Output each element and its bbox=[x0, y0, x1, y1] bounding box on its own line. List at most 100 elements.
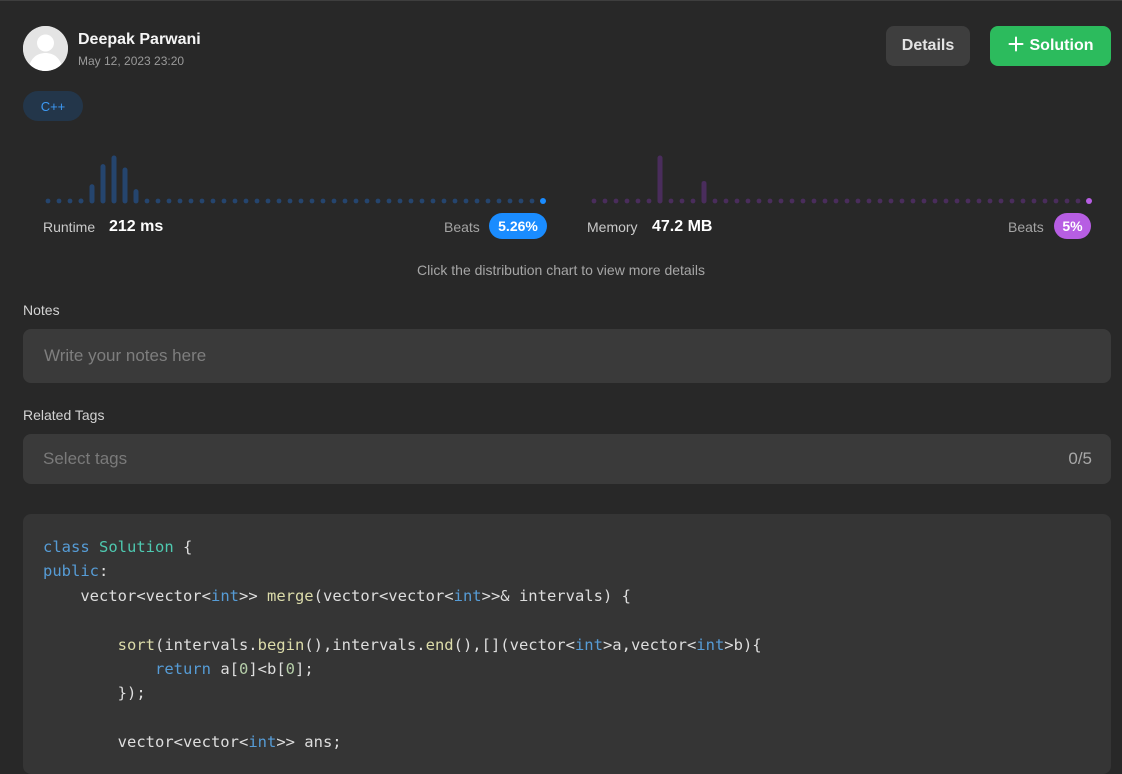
runtime-distribution-dot[interactable] bbox=[375, 198, 381, 204]
memory-distribution-dot[interactable] bbox=[998, 198, 1004, 204]
runtime-distribution-dot[interactable] bbox=[232, 198, 238, 204]
user-avatar-icon[interactable] bbox=[23, 26, 68, 71]
runtime-distribution-bar[interactable] bbox=[122, 167, 128, 204]
runtime-distribution-dot[interactable] bbox=[155, 198, 161, 204]
memory-distribution-dot[interactable] bbox=[811, 198, 817, 204]
memory-distribution-dot[interactable] bbox=[1064, 198, 1070, 204]
runtime-distribution-dot[interactable] bbox=[67, 198, 73, 204]
runtime-distribution-dot[interactable] bbox=[441, 198, 447, 204]
runtime-distribution-dot[interactable] bbox=[463, 198, 469, 204]
memory-distribution-chart[interactable] bbox=[586, 148, 1096, 206]
runtime-distribution-bar[interactable] bbox=[100, 164, 106, 204]
memory-distribution-dot[interactable] bbox=[866, 198, 872, 204]
memory-distribution-dot[interactable] bbox=[800, 198, 806, 204]
memory-distribution-dot[interactable] bbox=[668, 198, 674, 204]
runtime-distribution-dot[interactable] bbox=[188, 198, 194, 204]
memory-distribution-dot[interactable] bbox=[767, 198, 773, 204]
runtime-distribution-dot[interactable] bbox=[166, 198, 172, 204]
memory-distribution-dot[interactable] bbox=[1053, 198, 1059, 204]
runtime-distribution-dot[interactable] bbox=[397, 198, 403, 204]
runtime-distribution-bar[interactable] bbox=[89, 184, 95, 204]
runtime-distribution-dot[interactable] bbox=[177, 198, 183, 204]
user-name[interactable]: Deepak Parwani bbox=[78, 31, 201, 49]
memory-distribution-current-dot[interactable] bbox=[1086, 198, 1092, 204]
memory-distribution-dot[interactable] bbox=[1075, 198, 1081, 204]
runtime-distribution-dot[interactable] bbox=[353, 198, 359, 204]
runtime-distribution-dot[interactable] bbox=[485, 198, 491, 204]
notes-input[interactable]: Write your notes here bbox=[23, 329, 1111, 383]
memory-distribution-dot[interactable] bbox=[635, 198, 641, 204]
memory-distribution-dot[interactable] bbox=[921, 198, 927, 204]
memory-distribution-dot[interactable] bbox=[910, 198, 916, 204]
runtime-distribution-dot[interactable] bbox=[529, 198, 535, 204]
runtime-distribution-dot[interactable] bbox=[243, 198, 249, 204]
memory-distribution-dot[interactable] bbox=[745, 198, 751, 204]
memory-distribution-dot[interactable] bbox=[965, 198, 971, 204]
runtime-distribution-dot[interactable] bbox=[507, 198, 513, 204]
runtime-distribution-dot[interactable] bbox=[276, 198, 282, 204]
memory-distribution-dot[interactable] bbox=[1031, 198, 1037, 204]
memory-distribution-dot[interactable] bbox=[789, 198, 795, 204]
memory-distribution-dot[interactable] bbox=[954, 198, 960, 204]
runtime-distribution-dot[interactable] bbox=[298, 198, 304, 204]
memory-distribution-dot[interactable] bbox=[591, 198, 597, 204]
runtime-distribution-dot[interactable] bbox=[199, 198, 205, 204]
memory-distribution-dot[interactable] bbox=[613, 198, 619, 204]
runtime-distribution-dot[interactable] bbox=[386, 198, 392, 204]
runtime-distribution-bar[interactable] bbox=[78, 198, 84, 204]
runtime-distribution-dot[interactable] bbox=[254, 198, 260, 204]
memory-distribution-dot[interactable] bbox=[976, 198, 982, 204]
memory-distribution-dot[interactable] bbox=[712, 198, 718, 204]
memory-distribution-dot[interactable] bbox=[679, 198, 685, 204]
memory-distribution-dot[interactable] bbox=[646, 198, 652, 204]
runtime-distribution-dot[interactable] bbox=[452, 198, 458, 204]
memory-distribution-dot[interactable] bbox=[899, 198, 905, 204]
runtime-distribution-dot[interactable] bbox=[419, 198, 425, 204]
memory-distribution-dot[interactable] bbox=[987, 198, 993, 204]
tags-select[interactable]: Select tags 0/5 bbox=[23, 434, 1111, 484]
runtime-distribution-dot[interactable] bbox=[45, 198, 51, 204]
memory-distribution-dot[interactable] bbox=[943, 198, 949, 204]
memory-distribution-dot[interactable] bbox=[778, 198, 784, 204]
memory-distribution-dot[interactable] bbox=[624, 198, 630, 204]
memory-distribution-dot[interactable] bbox=[888, 198, 894, 204]
memory-distribution-dot[interactable] bbox=[1042, 198, 1048, 204]
runtime-distribution-dot[interactable] bbox=[408, 198, 414, 204]
memory-distribution-dot[interactable] bbox=[756, 198, 762, 204]
runtime-distribution-dot[interactable] bbox=[342, 198, 348, 204]
runtime-distribution-chart[interactable] bbox=[40, 148, 550, 206]
runtime-distribution-dot[interactable] bbox=[496, 198, 502, 204]
runtime-distribution-dot[interactable] bbox=[364, 198, 370, 204]
runtime-distribution-dot[interactable] bbox=[210, 198, 216, 204]
runtime-distribution-bar[interactable] bbox=[111, 155, 117, 204]
details-button[interactable]: Details bbox=[886, 26, 970, 66]
solution-button[interactable]: Solution bbox=[990, 26, 1111, 66]
runtime-distribution-current-dot[interactable] bbox=[540, 198, 546, 204]
runtime-distribution-dot[interactable] bbox=[265, 198, 271, 204]
memory-distribution-dot[interactable] bbox=[1020, 198, 1026, 204]
memory-distribution-bar[interactable] bbox=[701, 180, 707, 204]
runtime-distribution-dot[interactable] bbox=[518, 198, 524, 204]
runtime-distribution-dot[interactable] bbox=[309, 198, 315, 204]
code-block[interactable]: class Solution { public: vector<vector<i… bbox=[23, 514, 1111, 774]
runtime-distribution-dot[interactable] bbox=[331, 198, 337, 204]
runtime-distribution-dot[interactable] bbox=[144, 198, 150, 204]
memory-distribution-dot[interactable] bbox=[855, 198, 861, 204]
memory-distribution-dot[interactable] bbox=[723, 198, 729, 204]
runtime-distribution-bar[interactable] bbox=[133, 189, 139, 204]
memory-distribution-dot[interactable] bbox=[822, 198, 828, 204]
language-tag[interactable]: C++ bbox=[23, 91, 83, 121]
runtime-distribution-dot[interactable] bbox=[320, 198, 326, 204]
memory-distribution-dot[interactable] bbox=[734, 198, 740, 204]
runtime-distribution-dot[interactable] bbox=[221, 198, 227, 204]
memory-distribution-dot[interactable] bbox=[833, 198, 839, 204]
memory-distribution-dot[interactable] bbox=[1009, 198, 1015, 204]
memory-distribution-dot[interactable] bbox=[690, 198, 696, 204]
memory-distribution-dot[interactable] bbox=[932, 198, 938, 204]
runtime-distribution-dot[interactable] bbox=[287, 198, 293, 204]
runtime-distribution-dot[interactable] bbox=[430, 198, 436, 204]
memory-distribution-bar[interactable] bbox=[657, 155, 663, 204]
memory-distribution-dot[interactable] bbox=[844, 198, 850, 204]
runtime-distribution-dot[interactable] bbox=[56, 198, 62, 204]
memory-distribution-dot[interactable] bbox=[602, 198, 608, 204]
